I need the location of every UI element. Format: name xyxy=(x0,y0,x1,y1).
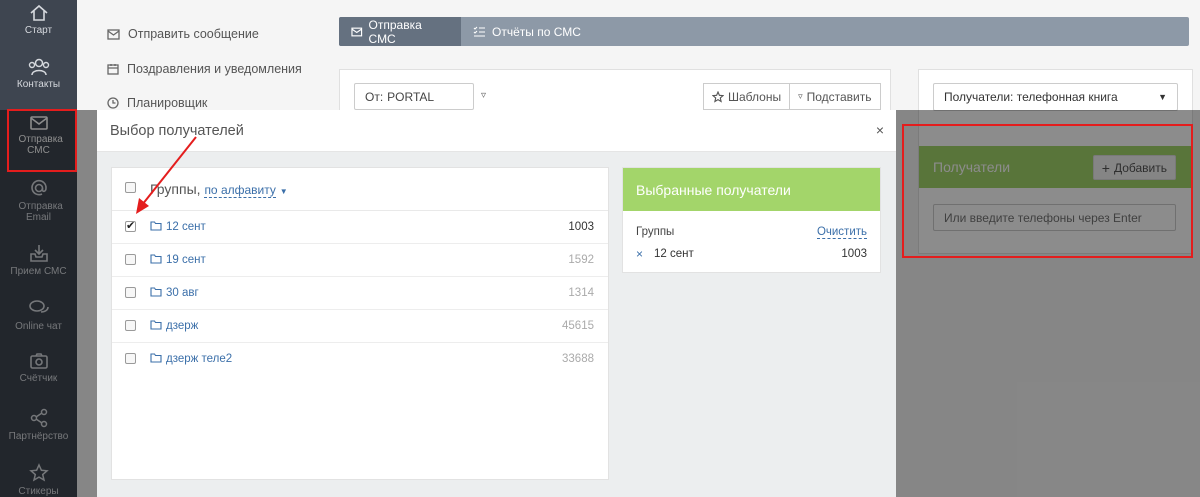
groups-header: Группы, по алфавиту ▼ xyxy=(112,168,608,211)
sender-select[interactable]: От: PORTAL xyxy=(354,83,474,110)
modal-title: Выбор получателей xyxy=(110,123,244,139)
groups-label: Группы, xyxy=(150,181,201,197)
folder-icon xyxy=(150,320,162,330)
templates-button[interactable]: Шаблоны xyxy=(703,83,791,110)
group-name[interactable]: 12 сент xyxy=(166,221,206,233)
submenu-item-scheduler[interactable]: Планировщик xyxy=(107,96,207,110)
selected-recipients-panel: Выбранные получатели Группы Очистить × 1… xyxy=(622,167,881,273)
clear-link[interactable]: Очистить xyxy=(816,226,867,239)
group-name[interactable]: 19 сент xyxy=(166,254,206,266)
selected-item-count: 1003 xyxy=(841,248,867,260)
tab-label: Отчёты по СМС xyxy=(492,24,581,39)
group-name[interactable]: дзерж xyxy=(166,320,198,332)
caret-down-icon: ▼ xyxy=(1158,92,1167,102)
highlight-recipients xyxy=(902,124,1193,258)
sidebar-item-start[interactable]: Старт xyxy=(0,4,77,36)
recipient-source-select[interactable]: Получатели: телефонная книга ▼ xyxy=(933,83,1178,111)
tab-send-sms[interactable]: Отправка СМС xyxy=(339,17,461,46)
submenu-item-greetings[interactable]: Поздравления и уведомления xyxy=(107,62,302,76)
group-checkbox[interactable] xyxy=(125,320,136,331)
group-checkbox[interactable] xyxy=(125,287,136,298)
insert-button[interactable]: ▿ Подставить xyxy=(790,83,881,110)
selected-groups-label: Группы xyxy=(636,226,675,238)
folder-icon xyxy=(150,287,162,297)
selected-title: Выбранные получатели xyxy=(636,182,791,198)
insert-label: Подставить xyxy=(806,89,872,104)
home-icon xyxy=(29,4,48,21)
sidebar-item-contacts[interactable]: Контакты xyxy=(0,58,77,90)
tab-sms-reports[interactable]: Отчёты по СМС xyxy=(461,17,593,46)
submenu-item-label: Поздравления и уведомления xyxy=(127,62,302,76)
submenu-item-send-message[interactable]: Отправить сообщение xyxy=(107,27,259,41)
tab-label: Отправка СМС xyxy=(368,17,422,46)
group-row[interactable]: 12 сент 1003 xyxy=(112,211,608,244)
submenu-item-label: Отправить сообщение xyxy=(128,27,259,41)
folder-icon xyxy=(150,221,162,231)
sender-value: PORTAL xyxy=(387,89,435,104)
select-recipients-modal: Выбор получателей × Группы, по алфавиту … xyxy=(97,110,896,497)
groups-title: Группы, по алфавиту ▼ xyxy=(150,181,288,198)
group-name[interactable]: 30 авг xyxy=(166,287,199,299)
remove-icon[interactable]: × xyxy=(636,247,643,261)
sort-dropdown[interactable]: по алфавиту xyxy=(204,183,276,198)
envelope-icon xyxy=(351,27,363,36)
group-row[interactable]: 19 сент 1592 xyxy=(112,244,608,277)
group-row[interactable]: дзерж теле2 33688 xyxy=(112,343,608,376)
chevron-down-icon[interactable]: ▿ xyxy=(481,90,486,101)
close-icon[interactable]: × xyxy=(876,122,884,138)
group-count: 1592 xyxy=(568,254,594,266)
group-row[interactable]: дзерж 45615 xyxy=(112,310,608,343)
group-count: 1003 xyxy=(568,221,594,233)
clock-icon xyxy=(107,97,119,109)
list-check-icon xyxy=(473,26,485,37)
groups-panel: Группы, по алфавиту ▼ 12 сент 1003 19 се… xyxy=(111,167,609,480)
sender-prefix: От: xyxy=(365,89,384,104)
highlight-send-sms xyxy=(7,109,77,172)
group-row[interactable]: 30 авг 1314 xyxy=(112,277,608,310)
group-checkbox[interactable] xyxy=(125,254,136,265)
tab-bar: Отправка СМС Отчёты по СМС xyxy=(339,17,1189,46)
sidebar-item-label: Контакты xyxy=(16,79,61,90)
group-count: 45615 xyxy=(562,320,594,332)
group-checkbox[interactable] xyxy=(125,219,136,232)
envelope-icon xyxy=(107,28,120,40)
contacts-icon xyxy=(28,58,49,76)
caret-down-icon[interactable]: ▼ xyxy=(280,187,288,196)
recipient-source-value: Получатели: телефонная книга xyxy=(944,90,1118,104)
group-checkbox[interactable] xyxy=(125,353,136,364)
group-count: 33688 xyxy=(562,353,594,365)
selected-header: Выбранные получатели xyxy=(623,168,880,211)
compose-actions: Шаблоны ▿ Подставить xyxy=(703,83,881,110)
submenu-item-label: Планировщик xyxy=(127,96,208,110)
modal-header: Выбор получателей × xyxy=(97,110,896,152)
selected-item-name: 12 сент xyxy=(654,248,694,260)
group-count: 1314 xyxy=(568,287,594,299)
sidebar-item-label: Старт xyxy=(24,25,53,36)
star-icon xyxy=(712,90,724,103)
folder-icon xyxy=(150,353,162,363)
templates-label: Шаблоны xyxy=(728,89,782,104)
folder-icon xyxy=(150,254,162,264)
group-name[interactable]: дзерж теле2 xyxy=(166,353,232,365)
select-all-checkbox[interactable] xyxy=(125,182,136,193)
caret-down-icon: ▿ xyxy=(798,91,803,101)
calendar-icon xyxy=(107,64,119,75)
